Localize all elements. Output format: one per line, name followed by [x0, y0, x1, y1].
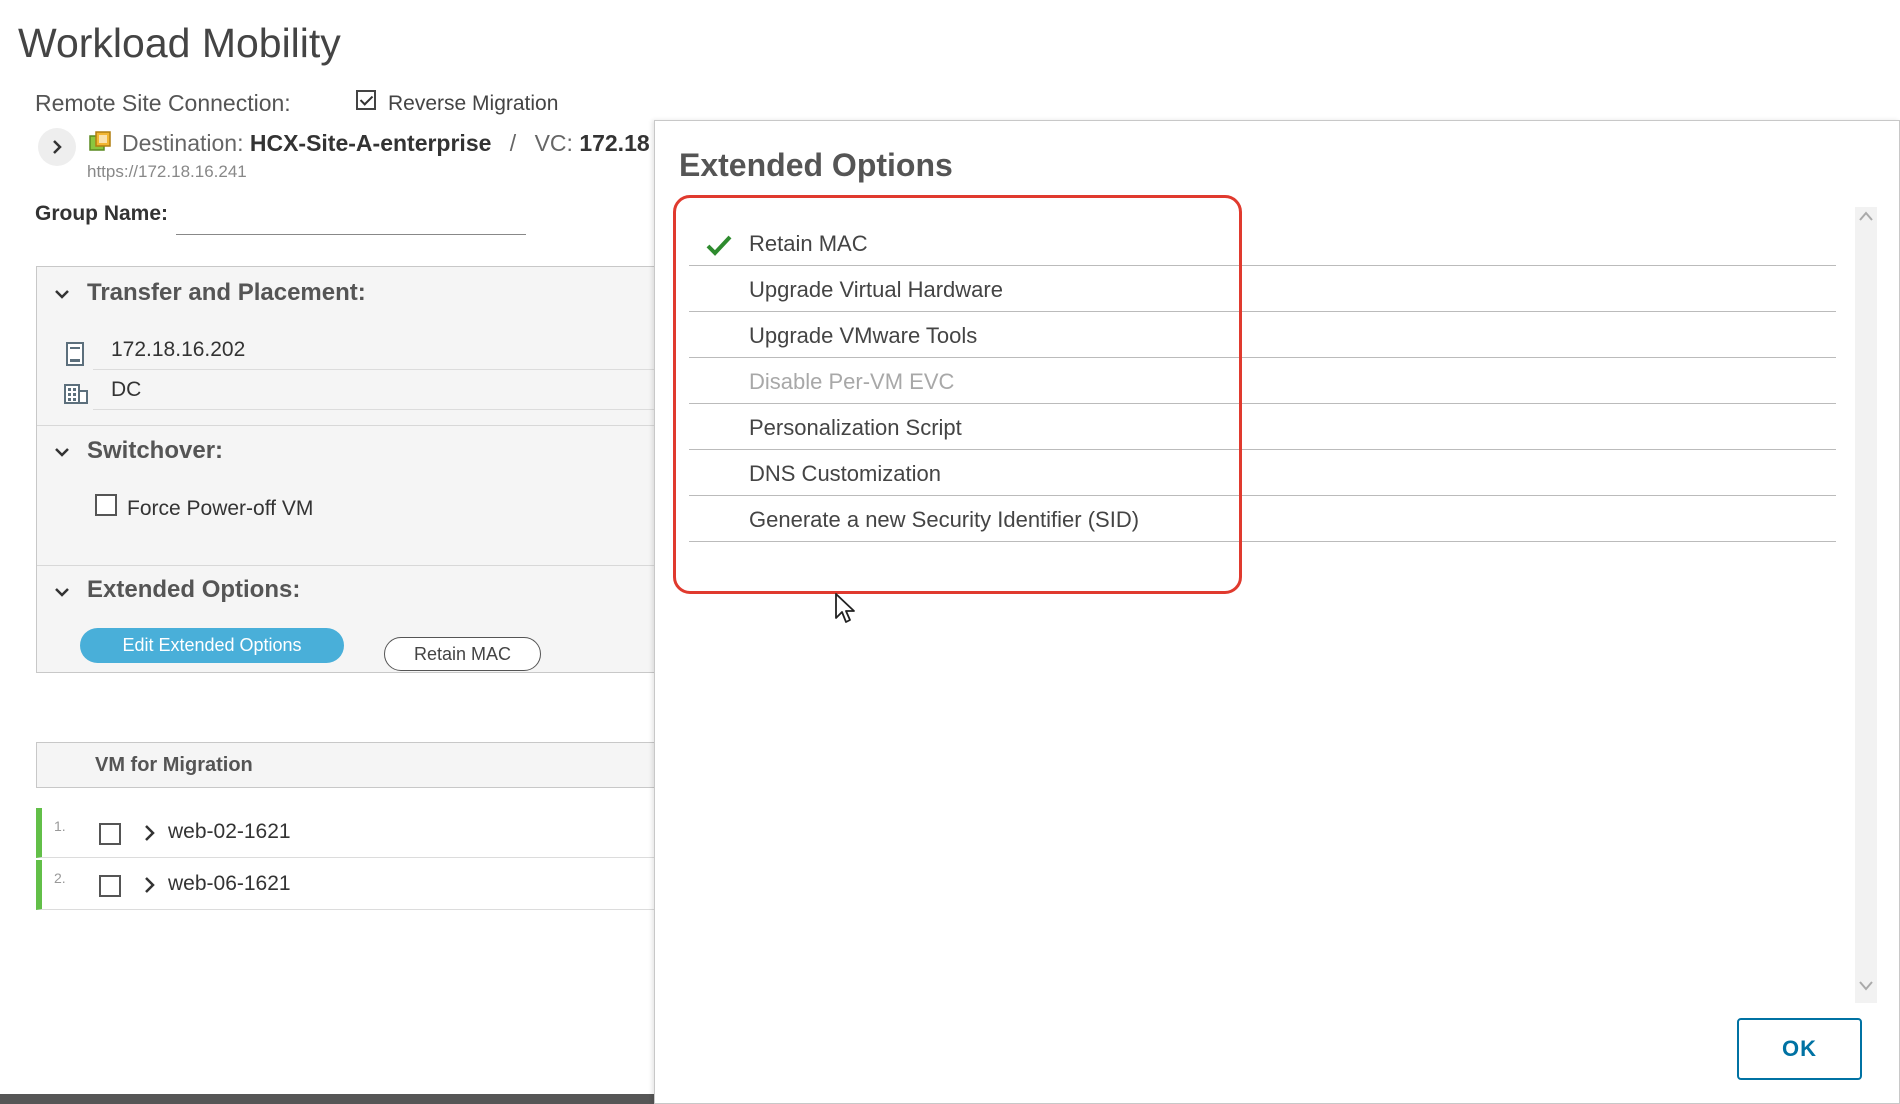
site-icon	[88, 130, 112, 154]
vm-column-header: VM for Migration	[95, 754, 253, 776]
destination-line: Destination: HCX-Site-A-enterprise / VC:…	[122, 130, 655, 157]
scroll-down-icon[interactable]	[1858, 980, 1874, 992]
site-expand-button[interactable]	[38, 128, 76, 166]
datacenter-icon	[64, 384, 88, 404]
section-divider	[37, 425, 657, 426]
datacenter-value: DC	[111, 378, 142, 401]
datacenter-field[interactable]: DC	[93, 371, 657, 410]
vm-name: web-02-1621	[168, 820, 291, 843]
reverse-migration-label[interactable]: Reverse Migration	[388, 92, 558, 116]
destination-value: HCX-Site-A-enterprise	[249, 130, 492, 156]
vm-table-header: VM for Migration	[36, 742, 656, 788]
switchover-section-title[interactable]: Switchover:	[87, 437, 223, 465]
vc-label: VC:	[534, 130, 573, 156]
edit-extended-options-button[interactable]: Edit Extended Options	[80, 628, 344, 663]
host-field[interactable]: 172.18.16.202	[93, 331, 657, 370]
section-divider	[37, 565, 657, 566]
vc-value: 172.18	[579, 130, 650, 156]
destination-separator: /	[509, 130, 517, 156]
table-row[interactable]: 2. web-06-1621	[36, 860, 656, 910]
vm-name: web-06-1621	[168, 872, 291, 895]
scroll-up-icon[interactable]	[1858, 210, 1874, 222]
dialog-title: Extended Options	[679, 147, 953, 183]
page-title: Workload Mobility	[18, 20, 341, 66]
host-value: 172.18.16.202	[111, 338, 246, 361]
force-poweroff-label[interactable]: Force Power-off VM	[127, 497, 313, 521]
vm-select-checkbox[interactable]	[99, 875, 121, 897]
group-name-label: Group Name:	[35, 202, 169, 225]
vm-select-checkbox[interactable]	[99, 823, 121, 845]
dialog-scrollbar[interactable]	[1855, 207, 1877, 1003]
reverse-migration-checkbox[interactable]	[356, 90, 376, 110]
transfer-section-title[interactable]: Transfer and Placement:	[87, 279, 366, 307]
remote-site-connection-label: Remote Site Connection:	[35, 90, 291, 116]
force-poweroff-checkbox[interactable]	[95, 494, 117, 516]
highlight-annotation-box	[673, 195, 1242, 594]
migration-options-panel: Transfer and Placement: 172.18.16.202 DC…	[36, 266, 657, 673]
row-number: 2.	[54, 870, 66, 886]
group-name-input[interactable]	[176, 198, 526, 235]
row-number: 1.	[54, 818, 66, 834]
host-icon	[66, 342, 84, 366]
ok-button[interactable]: OK	[1737, 1018, 1862, 1080]
mouse-cursor-icon	[835, 593, 855, 623]
chevron-down-icon[interactable]	[53, 285, 71, 303]
site-url: https://172.18.16.241	[87, 162, 247, 181]
chevron-down-icon[interactable]	[53, 583, 71, 601]
chevron-right-icon[interactable]	[142, 824, 158, 842]
retain-mac-pill: Retain MAC	[384, 637, 541, 671]
extended-section-title[interactable]: Extended Options:	[87, 576, 300, 604]
table-row[interactable]: 1. web-02-1621	[36, 808, 656, 858]
chevron-down-icon[interactable]	[53, 443, 71, 461]
destination-label: Destination:	[122, 130, 244, 156]
chevron-right-icon	[53, 140, 62, 154]
chevron-right-icon[interactable]	[142, 876, 158, 894]
